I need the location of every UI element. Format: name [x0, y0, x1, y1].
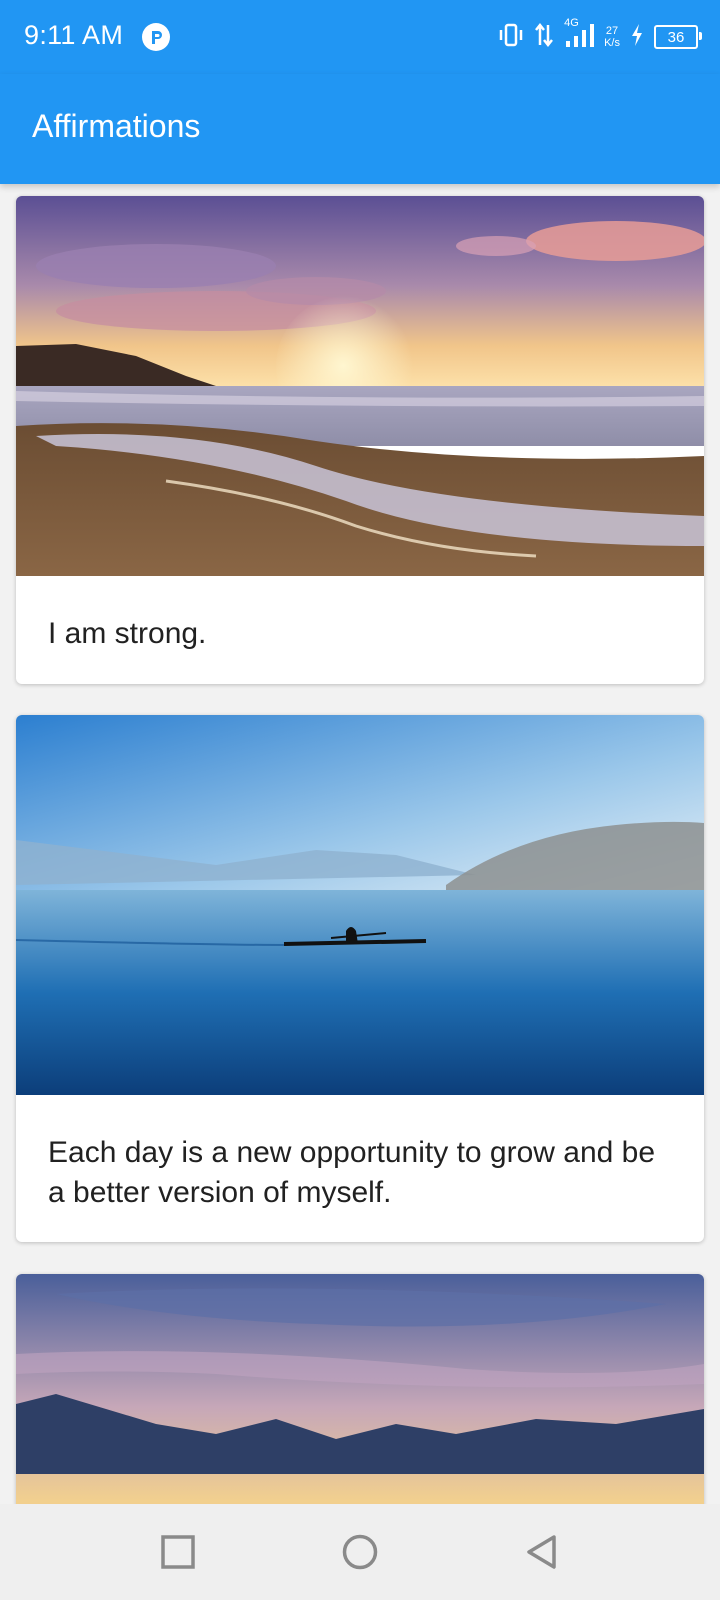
- battery-level: 36: [667, 28, 685, 46]
- recents-square-icon[interactable]: [160, 1534, 196, 1570]
- sunset-beach-photo: [16, 196, 704, 576]
- affirmation-card[interactable]: I am strong.: [16, 196, 704, 684]
- network-type: 4G: [564, 16, 579, 29]
- affirmation-text: Each day is a new opportunity to grow an…: [48, 1136, 656, 1209]
- charging-icon: [630, 23, 644, 52]
- network-speed: 27 K/s: [604, 25, 620, 49]
- home-circle-icon[interactable]: [342, 1534, 378, 1570]
- speed-unit: K/s: [604, 37, 620, 49]
- data-transfer-icon: [534, 21, 554, 54]
- mountain-sunset-clouds-photo: [16, 1274, 704, 1504]
- speed-value: 27: [605, 25, 619, 37]
- status-icons: 4G 27 K/s 36: [498, 17, 702, 54]
- affirmation-card[interactable]: Each day is a new opportunity to grow an…: [16, 715, 704, 1242]
- lake-kayak-photo: [16, 715, 704, 1095]
- app-p-icon: [142, 23, 170, 51]
- status-bar: 9:11 AM 4G 27 K/s 36: [0, 0, 720, 74]
- back-triangle-icon[interactable]: [524, 1534, 560, 1570]
- signal-icon: 4G: [564, 17, 595, 54]
- affirmation-card[interactable]: [16, 1274, 704, 1504]
- affirmations-list[interactable]: I am strong. Each day is a new opportuni…: [0, 184, 720, 1504]
- system-nav-bar: [0, 1504, 720, 1600]
- page-title: Affirmations: [32, 108, 201, 144]
- battery-icon: 36: [654, 25, 702, 49]
- status-time: 9:11 AM: [24, 20, 124, 50]
- vibrate-icon: [498, 21, 524, 54]
- affirmation-text: I am strong.: [48, 617, 207, 650]
- app-bar: Affirmations: [0, 74, 720, 184]
